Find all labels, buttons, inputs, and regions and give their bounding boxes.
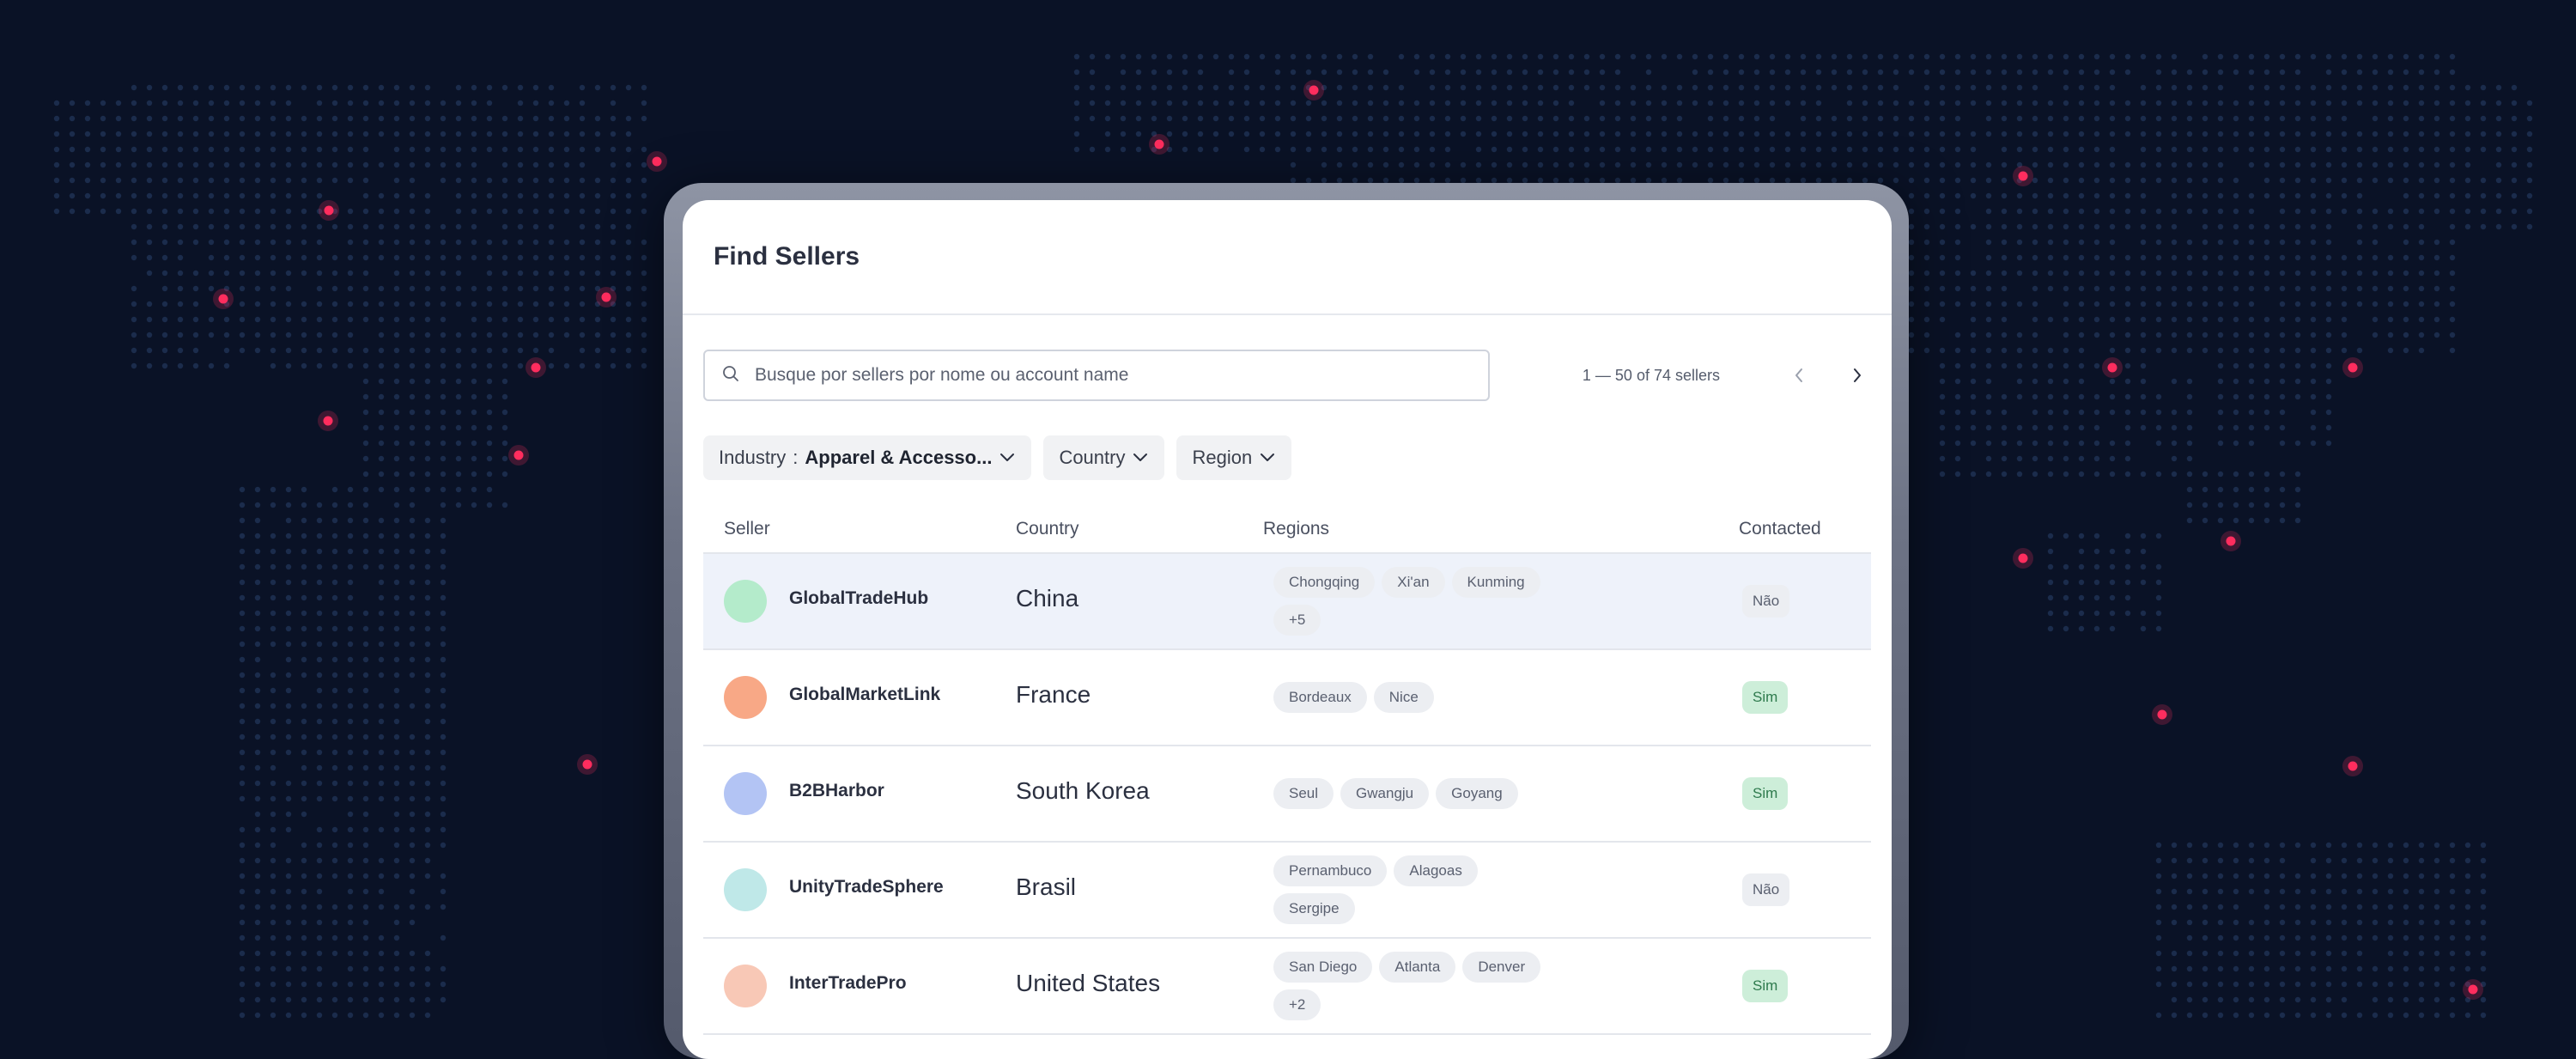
table-row[interactable]: GlobalTradeHub China Chongqing Xi'an Kunming…: [703, 554, 1871, 650]
header-country[interactable]: Country: [1016, 519, 1079, 539]
region-tag: Kunming: [1451, 567, 1540, 598]
contacted-status-badge: Não: [1742, 585, 1790, 618]
previous-page-button[interactable]: [1785, 362, 1813, 389]
regions-cell: Chongqing Xi'an Kunming +5: [1273, 564, 1565, 638]
find-sellers-panel: Find Sellers 1 — 50 of 74 sellers Indust…: [683, 200, 1892, 1059]
country-filter-label: Country: [1059, 447, 1126, 468]
header-seller[interactable]: Seller: [724, 519, 770, 539]
regions-cell: Seul Gwangju Goyang: [1273, 757, 1565, 831]
next-page-button[interactable]: [1844, 362, 1871, 389]
avatar: [724, 580, 767, 623]
chevron-down-icon: [1133, 453, 1148, 461]
country-filter[interactable]: Country: [1043, 435, 1165, 480]
page-title: Find Sellers: [714, 242, 860, 271]
sellers-table: Seller Country Regions Contacted GlobalT…: [703, 506, 1871, 1035]
chevron-right-icon: [1854, 368, 1861, 382]
region-filter-label: Region: [1192, 447, 1253, 468]
search-input[interactable]: [753, 364, 1461, 386]
header-contacted[interactable]: Contacted: [1739, 519, 1821, 539]
industry-filter[interactable]: Industry: Apparel & Accesso...: [703, 435, 1032, 480]
seller-name[interactable]: GlobalTradeHub: [789, 588, 928, 609]
country-cell: Brasil: [1016, 873, 1077, 900]
table-row[interactable]: UnityTradeSphere Brasil Pernambuco Alagoas S…: [703, 843, 1871, 939]
region-tag: Chongqing: [1273, 567, 1376, 598]
header-regions[interactable]: Regions: [1263, 519, 1329, 539]
avatar: [724, 868, 767, 911]
country-cell: China: [1016, 585, 1079, 612]
panel-header: Find Sellers: [683, 200, 1892, 315]
contacted-status-badge: Sim: [1742, 681, 1789, 714]
industry-filter-value: Apparel & Accesso...: [805, 447, 993, 468]
search-row: 1 — 50 of 74 sellers: [703, 350, 1871, 403]
table-row[interactable]: GlobalMarketLink France Bordeaux Nice Sim: [703, 650, 1871, 746]
region-tag: San Diego: [1273, 952, 1373, 983]
contacted-status-badge: Sim: [1742, 777, 1789, 810]
contacted-status-badge: Não: [1742, 873, 1790, 906]
country-cell: France: [1016, 681, 1091, 708]
seller-name[interactable]: InterTradePro: [789, 973, 907, 994]
region-tag: Pernambuco: [1273, 855, 1388, 886]
country-cell: South Korea: [1016, 777, 1150, 804]
table-body: GlobalTradeHub China Chongqing Xi'an Kunming…: [703, 554, 1871, 1035]
region-tag: Bordeaux: [1273, 682, 1367, 713]
region-tag: Seul: [1273, 778, 1334, 809]
regions-cell: Bordeaux Nice: [1273, 660, 1565, 734]
region-filter[interactable]: Region: [1176, 435, 1292, 480]
table-header: Seller Country Regions Contacted: [703, 506, 1871, 554]
table-row[interactable]: B2BHarbor South Korea Seul Gwangju Goyang Sim: [703, 746, 1871, 843]
chevron-down-icon: [1000, 453, 1015, 461]
seller-name[interactable]: GlobalMarketLink: [789, 685, 940, 705]
avatar: [724, 676, 767, 719]
avatar: [724, 772, 767, 815]
filter-bar: Industry: Apparel & Accesso... Country R…: [703, 435, 1292, 480]
regions-cell: Pernambuco Alagoas Sergipe: [1273, 853, 1565, 927]
pagination-summary: 1 — 50 of 74 sellers: [1582, 366, 1720, 384]
chevron-left-icon: [1795, 368, 1802, 382]
region-tag: Denver: [1462, 952, 1541, 983]
avatar: [724, 965, 767, 1007]
region-tag: Atlanta: [1379, 952, 1456, 983]
industry-filter-label: Industry: [719, 447, 787, 468]
chevron-down-icon: [1261, 453, 1275, 461]
regions-cell: San Diego Atlanta Denver +2: [1273, 949, 1565, 1023]
table-row[interactable]: InterTradePro United States San Diego Atlan…: [703, 939, 1871, 1035]
region-tag: Gwangju: [1340, 778, 1430, 809]
country-cell: United States: [1016, 970, 1161, 996]
more-regions-tag[interactable]: +5: [1273, 605, 1321, 636]
region-tag: Nice: [1373, 682, 1434, 713]
more-regions-tag[interactable]: +2: [1273, 989, 1321, 1020]
search-field[interactable]: [703, 350, 1490, 401]
seller-name[interactable]: B2BHarbor: [789, 781, 884, 801]
region-tag: Goyang: [1436, 778, 1518, 809]
seller-name[interactable]: UnityTradeSphere: [789, 877, 944, 898]
search-icon: [722, 365, 739, 386]
region-tag: Sergipe: [1273, 893, 1355, 924]
pagination: 1 — 50 of 74 sellers: [1583, 350, 1871, 401]
region-tag: Xi'an: [1382, 567, 1445, 598]
region-tag: Alagoas: [1394, 855, 1478, 886]
contacted-status-badge: Sim: [1742, 970, 1789, 1002]
